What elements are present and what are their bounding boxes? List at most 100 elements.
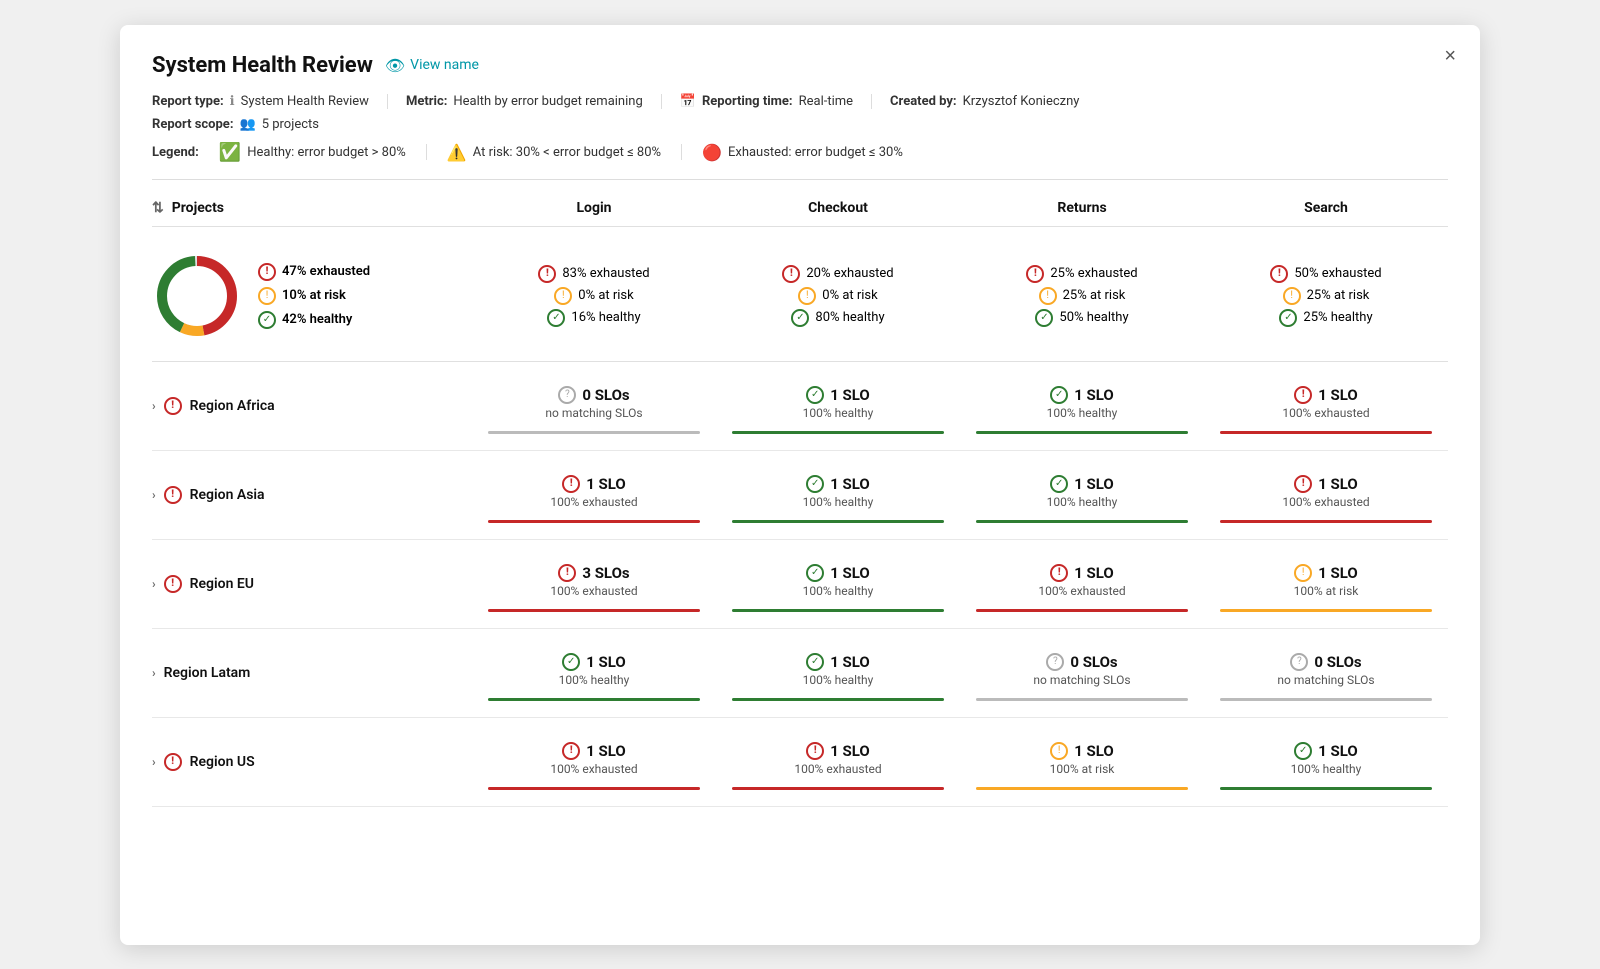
- slo-cell: ?0 SLOsno matching SLOs: [1204, 645, 1448, 701]
- slo-subtitle: 100% exhausted: [794, 762, 881, 776]
- expand-icon[interactable]: ›: [152, 755, 156, 769]
- slo-status-icon: ?: [558, 386, 576, 404]
- slo-bar: [1220, 609, 1432, 612]
- region-name-cell: ›Region Latam: [152, 665, 472, 681]
- slo-count-row: ✓1 SLO: [806, 564, 870, 582]
- slo-bar: [732, 698, 944, 701]
- meta-row: Report type: ℹ System Health Review Metr…: [152, 94, 1448, 109]
- slo-count-row: !3 SLOs: [558, 564, 629, 582]
- expand-icon[interactable]: ›: [152, 577, 156, 591]
- slo-count: 0 SLOs: [1314, 653, 1361, 671]
- slo-bar: [488, 698, 700, 701]
- slo-subtitle: 100% healthy: [803, 495, 874, 509]
- slo-status-icon: ?: [1046, 653, 1064, 671]
- col-login: Login: [472, 200, 716, 216]
- slo-subtitle: 100% at risk: [1050, 762, 1115, 776]
- slo-count-row: ?0 SLOs: [1046, 653, 1117, 671]
- scope-row: Report scope: 👥 5 projects: [152, 117, 1448, 132]
- slo-cell: !1 SLO100% exhausted: [472, 734, 716, 790]
- region-status-icon: !: [164, 486, 182, 504]
- healthy-icon: ✓: [1035, 309, 1053, 327]
- slo-status-icon: ✓: [562, 653, 580, 671]
- healthy-icon: ✓: [1279, 309, 1297, 327]
- health-table: ⇅ Projects Login Checkout Returns Search: [152, 200, 1448, 807]
- slo-count: 1 SLO: [586, 653, 626, 671]
- slo-count-row: ✓1 SLO: [806, 653, 870, 671]
- slo-cell: ✓1 SLO100% healthy: [960, 467, 1204, 523]
- slo-status-icon: ✓: [806, 475, 824, 493]
- slo-count: 1 SLO: [830, 386, 870, 404]
- slo-cell: !1 SLO100% exhausted: [1204, 378, 1448, 434]
- slo-count-row: ? 0 SLOs: [1290, 653, 1361, 671]
- region-name-cell: ›!Region EU: [152, 575, 472, 593]
- region-row: ›Region Latam✓1 SLO100% healthy✓1 SLO100…: [152, 629, 1448, 718]
- region-label: Region Africa: [190, 398, 275, 414]
- slo-bar: [488, 520, 700, 523]
- region-label: Region Asia: [190, 487, 265, 503]
- table-header: ⇅ Projects Login Checkout Returns Search: [152, 200, 1448, 227]
- summary-stats: ! 47% exhausted ! 10% at risk ✓ 42% heal…: [258, 263, 370, 329]
- exhausted-icon: !: [538, 265, 556, 283]
- slo-cell: !1 SLO 100% exhausted: [472, 467, 716, 523]
- atrisk-icon: !: [1283, 287, 1301, 305]
- slo-count-row: !1 SLO: [1294, 564, 1358, 582]
- close-button[interactable]: ×: [1444, 45, 1456, 68]
- slo-cell: ✓1 SLO100% healthy: [960, 378, 1204, 434]
- region-rows: ›!Region Africa?0 SLOsno matching SLOs✓1…: [152, 362, 1448, 807]
- slo-subtitle: no matching SLOs: [1033, 673, 1130, 687]
- slo-count-row: ✓1 SLO: [1050, 475, 1114, 493]
- region-name-cell: ›!Region Africa: [152, 397, 472, 415]
- sort-icon[interactable]: ⇅: [152, 200, 164, 216]
- exhausted-icon: !: [1270, 265, 1288, 283]
- col-search: Search: [1204, 200, 1448, 216]
- slo-status-icon: ✓: [806, 564, 824, 582]
- slo-status-icon: !: [562, 475, 580, 493]
- slo-bar: [732, 609, 944, 612]
- slo-status-icon: !: [1050, 564, 1068, 582]
- slo-subtitle: 100% exhausted: [1282, 495, 1369, 509]
- slo-bar: [488, 431, 700, 434]
- slo-status-icon: ✓: [806, 386, 824, 404]
- region-row: ›!Region EU!3 SLOs100% exhausted✓1 SLO10…: [152, 540, 1448, 629]
- slo-subtitle: no matching SLOs: [545, 406, 642, 420]
- expand-icon[interactable]: ›: [152, 666, 156, 680]
- slo-count-row: ! 1 SLO: [1050, 564, 1114, 582]
- slo-count: 3 SLOs: [582, 564, 629, 582]
- slo-count: 1 SLO: [1318, 742, 1358, 760]
- legend-atrisk: ⚠️ At risk: 30% < error budget ≤ 80%: [447, 143, 661, 162]
- slo-count-row: !1 SLO: [806, 742, 870, 760]
- slo-bar: [976, 609, 1188, 612]
- slo-count-row: !1 SLO: [562, 742, 626, 760]
- slo-subtitle: 100% exhausted: [550, 495, 637, 509]
- slo-count-row: !1 SLO: [562, 475, 626, 493]
- legend-divider-2: [681, 144, 682, 160]
- stat-atrisk: ! 10% at risk: [258, 287, 370, 305]
- slo-count: 0 SLOs: [582, 386, 629, 404]
- col-checkout: Checkout: [716, 200, 960, 216]
- slo-bar: [1220, 431, 1432, 434]
- summary-cell-checkout: !20% exhausted !0% at risk ✓80% healthy: [716, 265, 960, 327]
- stat-healthy: ✓ 42% healthy: [258, 311, 370, 329]
- slo-count-row: ✓1 SLO: [1294, 742, 1358, 760]
- expand-icon[interactable]: ›: [152, 399, 156, 413]
- slo-count: 1 SLO: [1074, 742, 1114, 760]
- warning-icon: ⚠️: [447, 143, 467, 162]
- region-label: Region EU: [190, 576, 254, 592]
- slo-subtitle: 100% healthy: [803, 584, 874, 598]
- legend-healthy: ✅ Healthy: error budget > 80%: [219, 142, 406, 163]
- region-status-icon: !: [164, 753, 182, 771]
- slo-cell: ✓1 SLO100% healthy: [716, 378, 960, 434]
- region-name-cell: ›!Region US: [152, 753, 472, 771]
- slo-subtitle: 100% exhausted: [550, 584, 637, 598]
- view-name-link[interactable]: 👁 View name: [385, 56, 479, 75]
- slo-status-icon: ?: [1290, 653, 1308, 671]
- slo-cell: ✓1 SLO100% healthy: [1204, 734, 1448, 790]
- slo-cell: !1 SLO100% exhausted: [960, 556, 1204, 612]
- slo-count: 1 SLO: [830, 475, 870, 493]
- summary-left: ! 47% exhausted ! 10% at risk ✓ 42% heal…: [152, 251, 472, 341]
- col-projects: ⇅ Projects: [152, 200, 472, 216]
- expand-icon[interactable]: ›: [152, 488, 156, 502]
- slo-count: 1 SLO: [1074, 564, 1114, 582]
- region-row: ›!Region US!1 SLO100% exhausted!1 SLO100…: [152, 718, 1448, 807]
- atrisk-icon: !: [258, 287, 276, 305]
